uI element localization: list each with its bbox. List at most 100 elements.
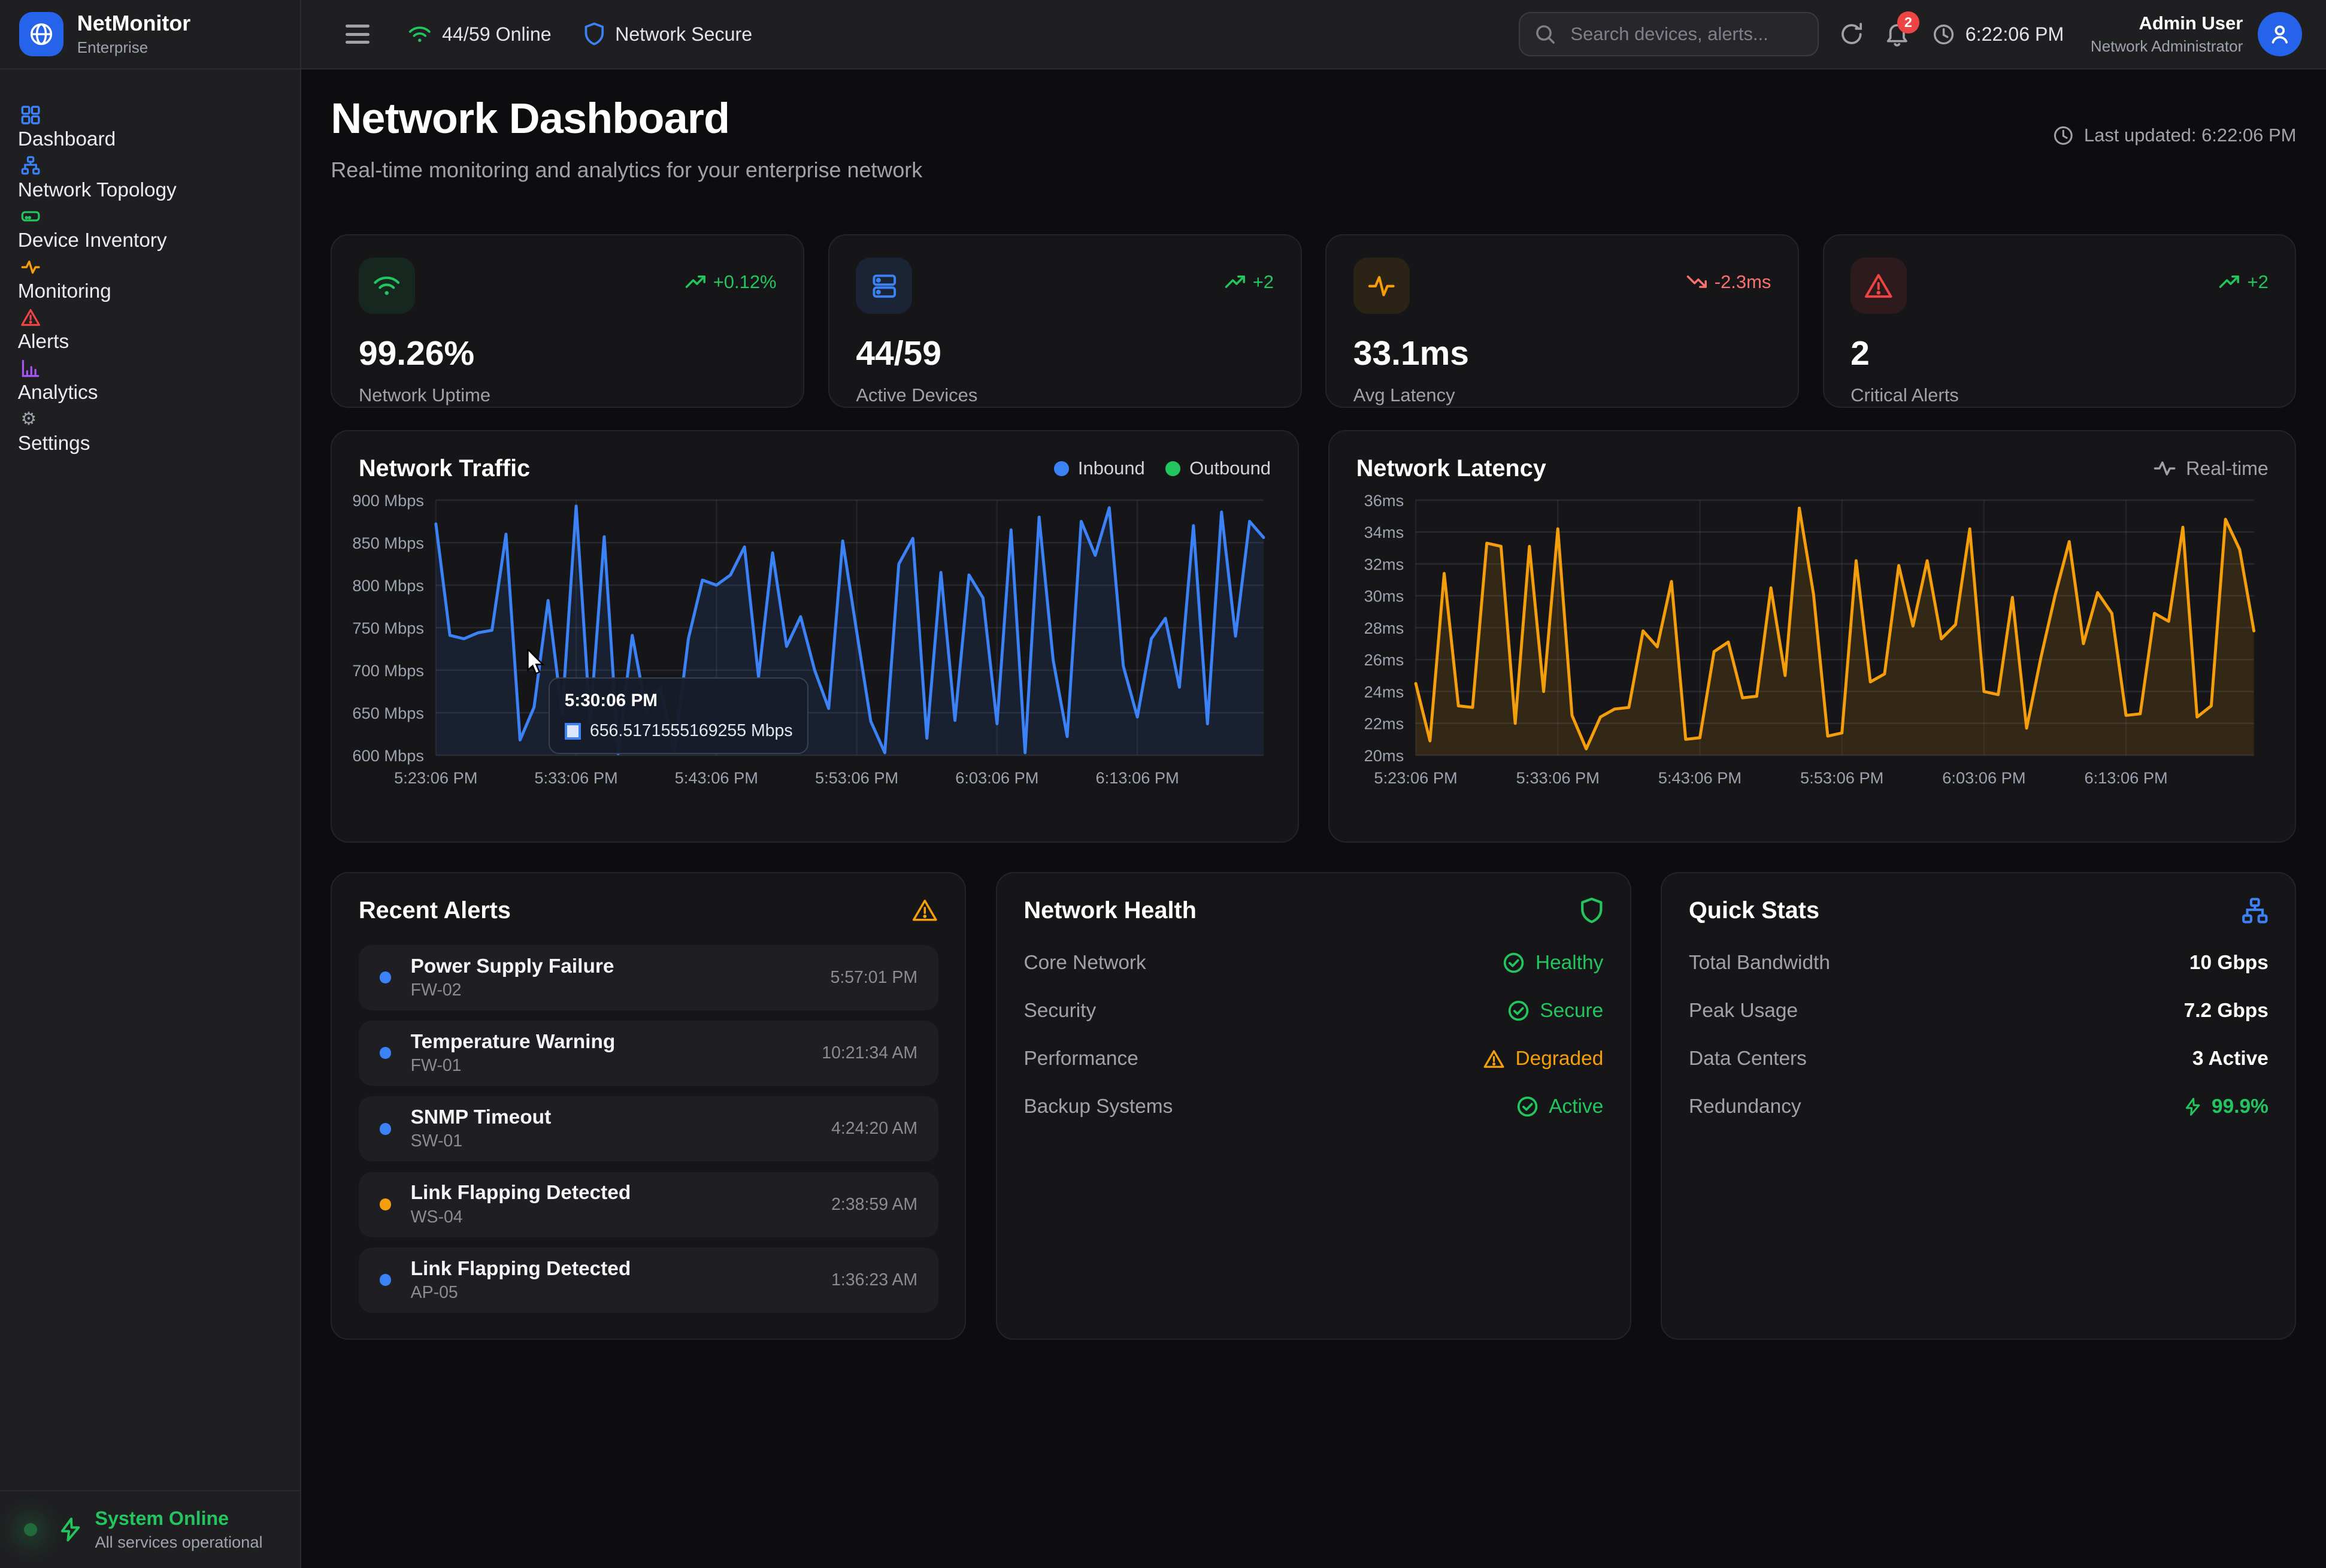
alert-row[interactable]: Power Supply Failure FW-02 5:57:01 PM xyxy=(359,945,938,1010)
tooltip-swatch-icon xyxy=(565,723,581,739)
alert-device: WS-04 xyxy=(411,1207,831,1227)
svg-text:24ms: 24ms xyxy=(1364,682,1404,701)
stat-card-active-devices: +2 44/59 Active Devices xyxy=(828,234,1302,408)
health-row: Backup Systems Active xyxy=(1023,1083,1603,1131)
menu-toggle-button[interactable] xyxy=(340,19,375,50)
svg-text:750 Mbps: 750 Mbps xyxy=(352,618,424,637)
health-status: Active xyxy=(1549,1095,1603,1118)
chart-title: Network Traffic xyxy=(359,455,530,482)
topology-icon xyxy=(2242,897,2269,924)
quick-stat-row: Peak Usage 7.2 Gbps xyxy=(1689,987,2269,1035)
secure-status-label: Network Secure xyxy=(615,23,752,46)
tooltip-time: 5:30:06 PM xyxy=(565,691,793,711)
alert-device: SW-01 xyxy=(411,1131,831,1151)
dashboard-grid-icon xyxy=(21,105,282,125)
bottom-row: Recent Alerts Power Supply Failure FW-0 xyxy=(331,872,2296,1339)
sidebar-item-monitoring[interactable]: Monitoring xyxy=(18,258,282,304)
sidebar-item-label: Device Inventory xyxy=(18,229,167,252)
avatar[interactable] xyxy=(2258,12,2302,56)
wifi-icon xyxy=(408,24,432,45)
stats-row: +0.12% 99.26% Network Uptime xyxy=(331,234,2296,408)
legend-item-inbound[interactable]: Inbound xyxy=(1054,458,1145,479)
svg-text:850 Mbps: 850 Mbps xyxy=(352,533,424,552)
traffic-chart[interactable]: 900 Mbps850 Mbps800 Mbps750 Mbps700 Mbps… xyxy=(359,500,1271,794)
latency-chart[interactable]: 36ms34ms32ms30ms28ms26ms24ms22ms20ms5:23… xyxy=(1356,500,2269,794)
alert-time: 1:36:23 AM xyxy=(831,1270,917,1290)
stat-label: Critical Alerts xyxy=(1850,385,2269,406)
svg-text:700 Mbps: 700 Mbps xyxy=(352,661,424,679)
charts-row: Network Traffic Inbound Outbound 900 Mbp… xyxy=(331,430,2296,843)
alert-row[interactable]: Temperature Warning FW-01 10:21:34 AM xyxy=(359,1021,938,1086)
health-status: Secure xyxy=(1540,1000,1603,1022)
network-latency-card: Network Latency Real-time 36ms34ms32ms30… xyxy=(1328,430,2296,843)
pulse-icon xyxy=(2154,459,2176,478)
legend-item-outbound[interactable]: Outbound xyxy=(1165,458,1271,479)
activity-icon xyxy=(1353,258,1410,314)
alert-row[interactable]: Link Flapping Detected WS-04 2:38:59 AM xyxy=(359,1172,938,1237)
quick-stat-label: Redundancy xyxy=(1689,1095,1801,1118)
svg-text:32ms: 32ms xyxy=(1364,555,1404,573)
stat-value: 33.1ms xyxy=(1353,334,1771,373)
refresh-button[interactable] xyxy=(1839,22,1864,47)
alert-row[interactable]: Link Flapping Detected AP-05 1:36:23 AM xyxy=(359,1248,938,1313)
stat-label: Active Devices xyxy=(856,385,1274,406)
quick-stat-label: Total Bandwidth xyxy=(1689,952,1830,974)
check-circle-icon xyxy=(1507,1000,1530,1022)
health-label: Performance xyxy=(1023,1048,1138,1070)
alert-time: 10:21:34 AM xyxy=(822,1043,917,1063)
sidebar-item-network-topology[interactable]: Network Topology xyxy=(18,156,282,202)
panel-title: Recent Alerts xyxy=(359,897,511,924)
stat-label: Avg Latency xyxy=(1353,385,1771,406)
svg-text:6:13:06 PM: 6:13:06 PM xyxy=(2084,768,2167,787)
sidebar-item-dashboard[interactable]: Dashboard xyxy=(18,105,282,152)
system-status-label: System Online xyxy=(95,1508,262,1530)
stat-card-uptime: +0.12% 99.26% Network Uptime xyxy=(331,234,804,408)
search-box[interactable] xyxy=(1519,12,1818,56)
severity-dot-icon xyxy=(380,971,392,983)
health-label: Security xyxy=(1023,1000,1096,1022)
warning-triangle-icon xyxy=(911,898,938,923)
brand-name: NetMonitor xyxy=(77,11,190,35)
sidebar-item-alerts[interactable]: Alerts xyxy=(18,308,282,354)
notifications-button[interactable]: 2 xyxy=(1885,22,1909,47)
brand-logo xyxy=(19,12,63,56)
alert-row[interactable]: SNMP Timeout SW-01 4:24:20 AM xyxy=(359,1096,938,1161)
sidebar-item-label: Settings xyxy=(18,432,90,455)
severity-dot-icon xyxy=(380,1198,392,1210)
clock-time: 6:22:06 PM xyxy=(1965,23,2064,46)
svg-text:600 Mbps: 600 Mbps xyxy=(352,746,424,764)
alert-time: 2:38:59 AM xyxy=(831,1195,917,1215)
sidebar-item-settings[interactable]: ⚙ Settings xyxy=(18,410,282,456)
quick-stat-row: Data Centers 3 Active xyxy=(1689,1035,2269,1083)
stat-value: 44/59 xyxy=(856,334,1274,373)
svg-text:5:33:06 PM: 5:33:06 PM xyxy=(534,768,617,787)
svg-text:650 Mbps: 650 Mbps xyxy=(352,703,424,722)
health-row: Performance Degraded xyxy=(1023,1035,1603,1083)
alert-title: Link Flapping Detected xyxy=(411,1182,831,1204)
clock-icon xyxy=(2053,125,2074,146)
brand-header: NetMonitor Enterprise xyxy=(0,0,301,69)
search-input[interactable] xyxy=(1567,22,1802,47)
svg-text:800 Mbps: 800 Mbps xyxy=(352,576,424,594)
stat-trend: +2 xyxy=(2219,271,2268,293)
server-icon xyxy=(21,207,282,226)
alert-list: Power Supply Failure FW-02 5:57:01 PM Te… xyxy=(359,945,938,1313)
stat-card-critical-alerts: +2 2 Critical Alerts xyxy=(1823,234,2297,408)
svg-text:22ms: 22ms xyxy=(1364,714,1404,732)
sidebar-item-analytics[interactable]: Analytics xyxy=(18,359,282,405)
alert-title: Link Flapping Detected xyxy=(411,1258,831,1280)
health-status: Healthy xyxy=(1535,952,1603,974)
clock-display: 6:22:06 PM xyxy=(1933,23,2064,46)
trending-up-icon xyxy=(1225,274,1246,289)
health-row: Core Network Healthy xyxy=(1023,939,1603,987)
chart-title: Network Latency xyxy=(1356,455,1546,482)
last-updated-label: Last updated: 6:22:06 PM xyxy=(2084,125,2297,146)
sidebar-item-device-inventory[interactable]: Device Inventory xyxy=(18,207,282,253)
zap-icon xyxy=(2185,1097,2201,1116)
severity-dot-icon xyxy=(380,1047,392,1059)
secure-status: Network Secure xyxy=(584,22,752,46)
system-status-footer: System Online All services operational xyxy=(0,1490,300,1568)
svg-text:6:03:06 PM: 6:03:06 PM xyxy=(1942,768,2025,787)
shield-icon xyxy=(1580,897,1604,924)
stat-trend: +0.12% xyxy=(685,271,777,293)
